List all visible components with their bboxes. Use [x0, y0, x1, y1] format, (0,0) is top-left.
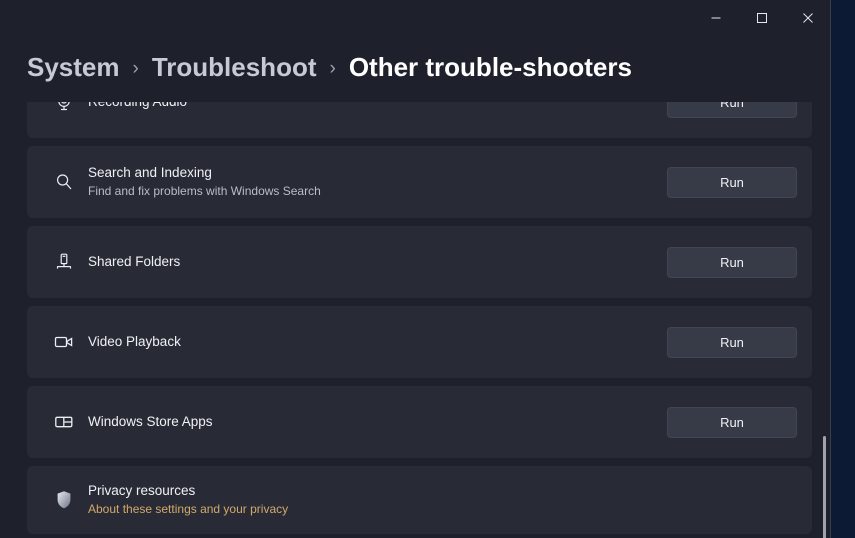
- store-apps-icon: [44, 412, 84, 432]
- troubleshooter-row-video-playback[interactable]: Video Playback Run: [27, 306, 812, 378]
- minimize-button[interactable]: [693, 0, 739, 36]
- page-title: Other trouble-shooters: [348, 52, 632, 82]
- troubleshooter-row-windows-store-apps[interactable]: Windows Store Apps Run: [27, 386, 812, 458]
- troubleshooter-title: Shared Folders: [88, 253, 181, 269]
- minimize-icon: [710, 12, 722, 24]
- close-button[interactable]: [785, 0, 831, 36]
- breadcrumb: System › Troubleshoot › Other trouble-sh…: [0, 36, 831, 102]
- close-icon: [802, 12, 814, 24]
- title-bar: [0, 0, 831, 36]
- privacy-title: Privacy resources: [88, 482, 196, 498]
- run-button-windows-store-apps[interactable]: Run: [667, 406, 797, 438]
- microphone-icon: [44, 102, 84, 112]
- troubleshooter-title: Video Playback: [88, 333, 181, 349]
- shared-folders-icon: [44, 252, 84, 272]
- troubleshooter-title: Search and Indexing: [88, 164, 212, 180]
- privacy-resources-row: Privacy resources About these settings a…: [27, 466, 812, 534]
- run-button-search-and-indexing[interactable]: Run: [667, 166, 797, 198]
- troubleshooter-title: Recording Audio: [88, 102, 667, 110]
- vertical-scrollbar[interactable]: [818, 102, 828, 538]
- troubleshooter-subtitle: Find and fix problems with Windows Searc…: [88, 184, 321, 199]
- troubleshooter-text: Video Playback: [84, 334, 667, 351]
- run-button-shared-folders[interactable]: Run: [667, 246, 797, 278]
- shield-icon: [44, 488, 84, 512]
- scrollbar-thumb[interactable]: [823, 436, 826, 538]
- search-icon: [44, 172, 84, 192]
- breadcrumb-item-troubleshoot[interactable]: Troubleshoot: [152, 54, 317, 80]
- video-camera-icon: [44, 332, 84, 352]
- privacy-settings-link[interactable]: About these settings and your privacy: [88, 502, 797, 517]
- run-button-recording-audio[interactable]: Run: [667, 102, 797, 118]
- troubleshooter-title: Windows Store Apps: [88, 413, 213, 429]
- troubleshooter-row-recording-audio[interactable]: Recording Audio Run: [27, 102, 812, 138]
- breadcrumb-item-system[interactable]: System: [27, 54, 120, 80]
- troubleshooter-row-search-and-indexing[interactable]: Search and Indexing Find and fix problem…: [27, 146, 812, 218]
- privacy-text: Privacy resources About these settings a…: [84, 483, 797, 518]
- troubleshooter-row-shared-folders[interactable]: Shared Folders Run: [27, 226, 812, 298]
- window-right-edge: [830, 0, 831, 538]
- troubleshooter-text: Search and Indexing Find and fix problem…: [84, 165, 667, 200]
- maximize-icon: [756, 12, 768, 24]
- troubleshooter-text: Windows Store Apps: [84, 414, 667, 431]
- breadcrumb-separator-2: ›: [329, 57, 336, 79]
- troubleshooter-text: Recording Audio: [84, 102, 667, 110]
- run-button-video-playback[interactable]: Run: [667, 326, 797, 358]
- maximize-button[interactable]: [739, 0, 785, 36]
- troubleshooter-list: Recording Audio Run Search and Indexing …: [0, 102, 831, 534]
- troubleshooter-list-scroll-area: Recording Audio Run Search and Indexing …: [0, 102, 831, 538]
- breadcrumb-separator-1: ›: [132, 57, 139, 79]
- settings-window: System › Troubleshoot › Other trouble-sh…: [0, 0, 831, 538]
- troubleshooter-text: Shared Folders: [84, 254, 667, 271]
